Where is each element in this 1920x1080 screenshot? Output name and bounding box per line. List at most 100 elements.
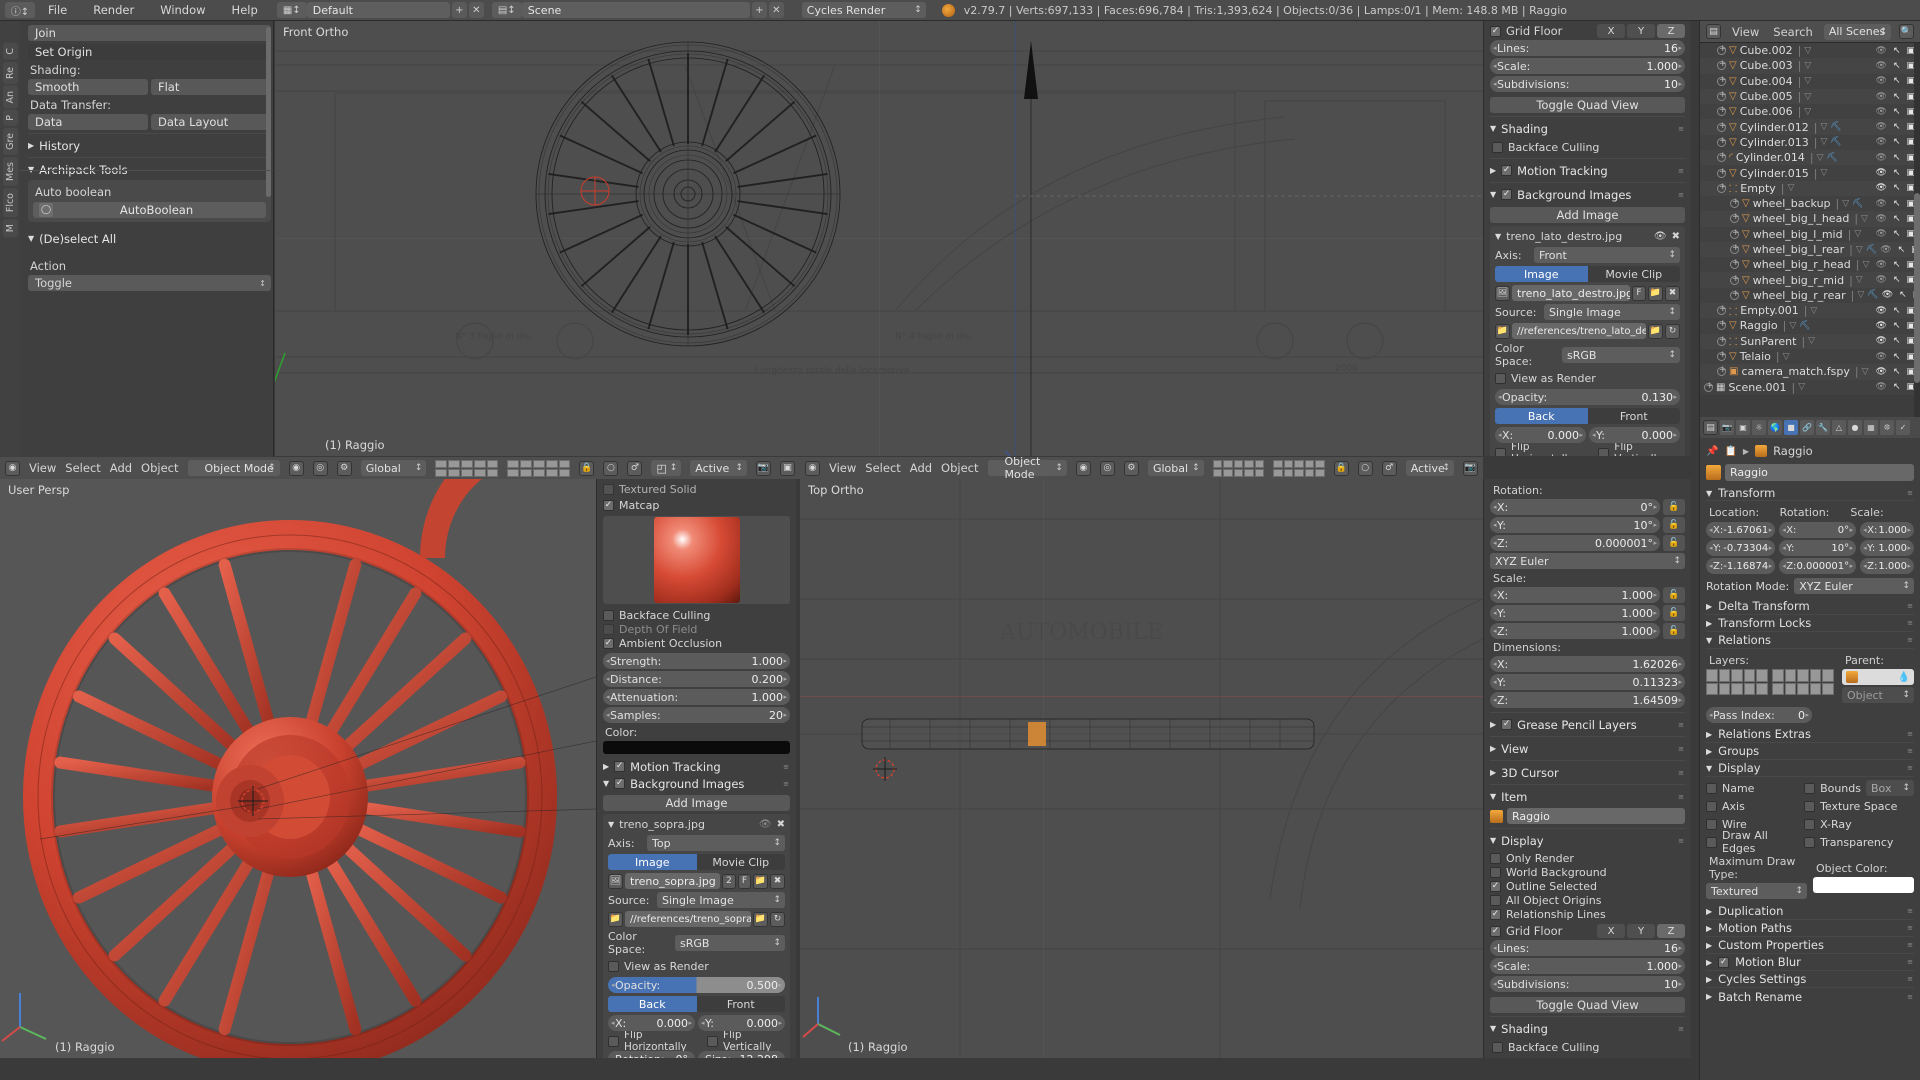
top-scale-y-field[interactable]: Y: 1.000 [1490, 605, 1660, 621]
persp-filepath-field[interactable]: //references/treno_sopra.jpg [625, 911, 751, 927]
outliner-row[interactable]: ▽Cube.005|▽👁↖▣ [1700, 88, 1920, 105]
expand-toggle-icon[interactable] [1730, 243, 1740, 254]
top-scale-z-field[interactable]: Z: 1.000 [1490, 623, 1660, 639]
relations-panel-header[interactable]: ▼ Relations ≡ [1706, 632, 1914, 649]
persp-axis-dropdown[interactable]: Top [647, 835, 785, 851]
properties-editor-type-icon[interactable]: ▤ [1703, 420, 1718, 435]
display-transparency-checkbox[interactable] [1804, 836, 1816, 848]
snap-target-dropdown[interactable]: Active [690, 460, 748, 476]
object-data-icon[interactable]: ▽ [1804, 46, 1811, 56]
batch-rename-panel-header[interactable]: ▶ Batch Rename ≡ [1706, 988, 1914, 1005]
opengl-render-icon[interactable]: 📷 [756, 460, 772, 476]
blender-info-icon[interactable]: ⓘ↕ [5, 2, 35, 18]
tab-object-data[interactable]: △ [1832, 420, 1846, 435]
front-offset-y-field[interactable]: Y: 0.000 [1589, 427, 1680, 443]
persp-bgimages-checkbox[interactable] [614, 778, 626, 789]
persp-size-field[interactable]: Size: 12.298 [698, 1051, 785, 1058]
expand-toggle-icon[interactable] [1717, 44, 1727, 56]
outliner-row[interactable]: ◜Cylinder.014|▽⛏👁↖▣ [1700, 150, 1920, 166]
cursor-arrow-icon[interactable]: ↖ [1893, 275, 1901, 285]
reload-icon[interactable]: ↻ [1665, 323, 1680, 339]
persp-mode-dropdown[interactable]: Object Mode [187, 460, 280, 476]
expand-toggle-icon[interactable] [1717, 90, 1727, 102]
prop-location-x-field[interactable]: X: -1.67061 [1706, 522, 1776, 538]
cursor-arrow-icon[interactable]: ↖ [1893, 168, 1901, 178]
outliner-row[interactable]: ▽wheel_backup|▽⛏👁↖▣ [1700, 195, 1920, 212]
browse-file-icon[interactable]: 📁 [753, 911, 768, 927]
proportional-edit-icon[interactable]: ○ [603, 460, 619, 476]
persp-offset-y-field[interactable]: Y: 0.000 [698, 1015, 785, 1031]
persp-depth-front-toggle[interactable]: Front [696, 996, 785, 1012]
transform-panel-header[interactable]: ▼ Transform ≡ [1706, 486, 1914, 501]
tab-particles[interactable]: ❊ [1880, 420, 1894, 435]
tab-object[interactable]: ■ [1784, 420, 1798, 435]
outliner-menu-view[interactable]: View [1729, 25, 1762, 39]
screen-layout-icon[interactable]: ▦↕ [276, 2, 307, 18]
relations-extras-panel-header[interactable]: ▶ Relations Extras ≡ [1706, 726, 1914, 743]
top-menu-view[interactable]: View [829, 461, 856, 475]
cursor-arrow-icon[interactable]: ↖ [1893, 382, 1901, 392]
object-data-icon[interactable]: ▽ [1863, 260, 1870, 270]
persp-menu-select[interactable]: Select [65, 461, 100, 475]
tab-create[interactable]: C [2, 43, 18, 60]
grease-pencil-layers-header[interactable]: ▶ Grease Pencil Layers ≡ [1490, 716, 1685, 733]
eye-icon[interactable]: 👁 [1876, 137, 1887, 147]
outliner-row[interactable]: ▽Raggio|▽⛏👁↖▣ [1700, 318, 1920, 334]
persp-menu-view[interactable]: View [29, 461, 56, 475]
custom-properties-panel-header[interactable]: ▶ Custom Properties ≡ [1706, 937, 1914, 954]
object-data-icon[interactable]: ▽ [1820, 168, 1827, 178]
eye-icon[interactable]: 👁 [1876, 321, 1887, 331]
open-file-icon[interactable]: 📁 [1648, 285, 1663, 301]
tab-relations[interactable]: Re [2, 61, 18, 84]
persp-source-dropdown[interactable]: Single Image [657, 892, 785, 908]
eye-icon[interactable]: 👁 [1876, 352, 1887, 362]
eye-icon[interactable]: 👁 [1876, 275, 1887, 285]
top-scale-x-field[interactable]: X: 1.000 [1490, 587, 1660, 603]
eye-icon[interactable]: 👁 [1876, 76, 1887, 86]
object-data-icon[interactable]: ▽ [1804, 92, 1811, 102]
cursor-arrow-icon[interactable]: ↖ [1893, 260, 1901, 270]
data-transfer-button[interactable]: Data [28, 114, 148, 130]
max-draw-type-dropdown[interactable]: Textured [1706, 883, 1807, 899]
expand-toggle-icon[interactable] [1717, 121, 1727, 132]
persp-menu-object[interactable]: Object [141, 461, 178, 475]
eye-icon[interactable]: 👁 [1876, 107, 1887, 117]
grid-subdivisions-field[interactable]: Subdivisions: 10 [1490, 76, 1685, 92]
delete-scene-button[interactable]: ✕ [768, 2, 784, 18]
add-screen-layout-button[interactable]: + [451, 2, 467, 18]
front-depth-back-toggle[interactable]: Back [1495, 408, 1588, 424]
front-image-datablock-field[interactable]: treno_lato_destro.jpg [1512, 285, 1630, 301]
object-data-icon[interactable]: ▽ [1798, 382, 1805, 392]
image-datablock-icon[interactable]: 🖼 [1495, 285, 1510, 301]
modifier-wrench-icon[interactable]: ⛏ [1830, 137, 1841, 147]
outliner-row[interactable]: ⸬Empty.001|▽👁↖▣ [1700, 303, 1920, 319]
top-rotation-x-field[interactable]: X: 0° [1490, 499, 1660, 515]
front-offset-x-field[interactable]: X: 0.000 [1495, 427, 1586, 443]
tab-constraints[interactable]: 🔗 [1800, 420, 1814, 435]
browse-file-icon[interactable]: 📁 [1648, 323, 1663, 339]
menu-file[interactable]: File [35, 3, 80, 17]
expand-toggle-icon[interactable] [1730, 197, 1740, 209]
display-bounds-dropdown[interactable]: Box [1866, 780, 1914, 796]
modifier-wrench-icon[interactable]: ⛏ [1799, 321, 1810, 331]
menu-window[interactable]: Window [147, 3, 218, 17]
top-shading-panel-header[interactable]: ▼ Shading ≡ [1490, 1020, 1685, 1037]
parent-object-field[interactable]: 💧 [1842, 669, 1914, 685]
menu-help[interactable]: Help [219, 3, 271, 17]
ao-color-swatch[interactable] [603, 741, 790, 754]
outliner-row[interactable]: ▽Cube.006|▽👁↖▣ [1700, 104, 1920, 120]
top-mode-dropdown[interactable]: Object Mode [987, 455, 1067, 481]
object-data-icon[interactable]: ▽ [1789, 321, 1796, 331]
cursor-arrow-icon[interactable]: ↖ [1893, 92, 1901, 102]
modifier-wrench-icon[interactable]: ⛏ [1852, 199, 1863, 209]
tab-physics[interactable]: ✓ [1896, 420, 1910, 435]
top-grid-subdivisions-field[interactable]: Subdivisions: 10 [1490, 976, 1685, 992]
cursor-arrow-icon[interactable]: ↖ [1893, 214, 1901, 224]
eye-icon[interactable]: 👁 [1876, 168, 1887, 178]
tab-physics[interactable]: P [2, 110, 18, 126]
eye-icon[interactable]: 👁 [1876, 260, 1887, 270]
shade-flat-button[interactable]: Flat [151, 79, 271, 95]
front-motion-tracking-panel-header[interactable]: ▶ Motion Tracking ≡ [1490, 162, 1685, 179]
expand-toggle-icon[interactable] [1717, 75, 1727, 86]
front-motion-tracking-checkbox[interactable] [1501, 165, 1513, 176]
